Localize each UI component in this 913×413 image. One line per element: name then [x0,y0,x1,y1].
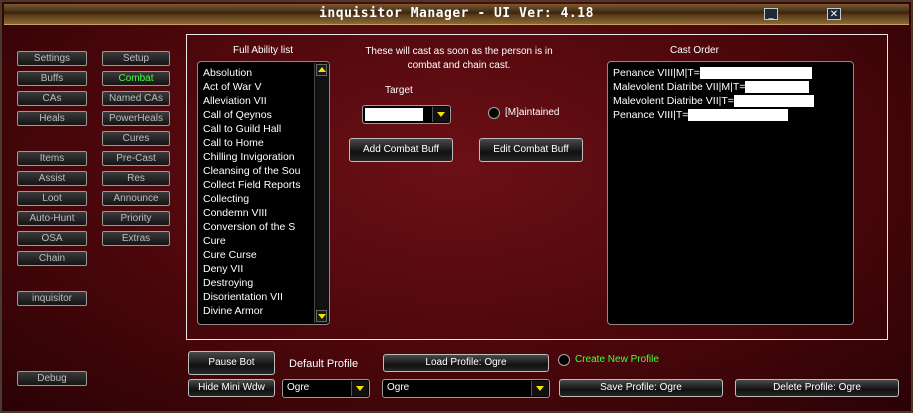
chevron-down-icon[interactable] [432,107,449,122]
nav-osa[interactable]: OSA [17,231,87,246]
chevron-down-icon[interactable] [351,381,368,396]
cast-order-items: Penance VIII|M|T= Malevolent Diatribe VI… [613,66,814,122]
nav-settings[interactable]: Settings [17,51,87,66]
list-item[interactable]: Act of War V [203,80,313,94]
pause-bot-button[interactable]: Pause Bot [188,351,275,375]
list-item[interactable]: Malevolent Diatribe VII|M|T= [613,80,814,94]
default-profile-dropdown[interactable]: Ogre [282,379,370,398]
nav-announce[interactable]: Announce [102,191,170,206]
nav-loot[interactable]: Loot [17,191,87,206]
list-item[interactable]: Call of Qeynos [203,108,313,122]
minimize-icon[interactable]: _ [764,8,778,20]
list-item[interactable]: Destroying [203,276,313,290]
nav-chain[interactable]: Chain [17,251,87,266]
nav-items[interactable]: Items [17,151,87,166]
list-item[interactable]: Penance VIII|T= [613,108,814,122]
nav-heals[interactable]: Heals [17,111,87,126]
maintained-radio[interactable] [488,107,500,119]
list-item[interactable]: Call to Guild Hall [203,122,313,136]
cast-order-list[interactable]: Penance VIII|M|T= Malevolent Diatribe VI… [607,61,854,325]
cast-item-text: Malevolent Diatribe VII|T= [613,95,734,107]
nav-buffs[interactable]: Buffs [17,71,87,86]
hide-mini-window-button[interactable]: Hide Mini Wdw [188,379,275,397]
list-item[interactable]: Penance VIII|M|T= [613,66,814,80]
debug-button[interactable]: Debug [17,371,87,386]
nav-combat[interactable]: Combat [102,71,170,86]
default-profile-label: Default Profile [289,358,359,370]
info-text: These will cast as soon as the person is… [359,45,559,73]
nav-auto-hunt[interactable]: Auto-Hunt [17,211,87,226]
title-bar[interactable]: inquisitor Manager - UI Ver: 4.18 _ ✕ [4,4,909,25]
edit-combat-buff-button[interactable]: Edit Combat Buff [479,138,583,162]
create-new-profile-radio[interactable] [558,354,570,366]
list-item[interactable]: Alleviation VII [203,94,313,108]
maintained-label: [M]aintained [505,107,560,118]
ability-list-label: Full Ability list [233,45,294,56]
profile-dropdown[interactable]: Ogre [382,379,550,398]
close-icon[interactable]: ✕ [827,8,841,20]
list-item[interactable]: Call to Home [203,136,313,150]
nav-res[interactable]: Res [102,171,170,186]
add-combat-buff-button[interactable]: Add Combat Buff [349,138,453,162]
create-new-profile-label: Create New Profile [575,354,659,365]
load-profile-button[interactable]: Load Profile: Ogre [383,354,549,372]
profile-value: Ogre [387,382,410,393]
list-item[interactable]: Conversion of the S [203,220,313,234]
redacted-text [733,95,814,108]
info-text-line1: These will cast as soon as the person is… [365,46,553,57]
list-item[interactable]: Chilling Invigoration [203,150,313,164]
nav-cures[interactable]: Cures [102,131,170,146]
list-item[interactable]: Collecting [203,192,313,206]
list-item[interactable]: Collect Field Reports [203,178,313,192]
list-item[interactable]: Cure Curse [203,248,313,262]
list-item[interactable]: Condemn VIII [203,206,313,220]
nav-pre-cast[interactable]: Pre-Cast [102,151,170,166]
scroll-down-icon[interactable] [316,310,327,322]
delete-profile-button[interactable]: Delete Profile: Ogre [735,379,899,397]
list-item[interactable]: Cure [203,234,313,248]
target-value [365,108,423,121]
combat-panel: Full Ability list Absolution Act of War … [186,34,888,340]
default-profile-value: Ogre [287,382,310,393]
nav-cas[interactable]: CAs [17,91,87,106]
list-item[interactable]: Deny VII [203,262,313,276]
nav-assist[interactable]: Assist [17,171,87,186]
list-item[interactable]: Malevolent Diatribe VII|T= [613,94,814,108]
list-item[interactable]: Cleansing of the Sou [203,164,313,178]
nav-extras[interactable]: Extras [102,231,170,246]
save-profile-button[interactable]: Save Profile: Ogre [559,379,723,397]
ability-list-items: Absolution Act of War V Alleviation VII … [203,66,313,318]
cast-order-label: Cast Order [670,45,719,56]
cast-item-text: Penance VIII|M|T= [613,67,700,79]
scroll-up-icon[interactable] [316,64,327,76]
list-item[interactable]: Absolution [203,66,313,80]
ability-list[interactable]: Absolution Act of War V Alleviation VII … [197,61,330,325]
nav-priority[interactable]: Priority [102,211,170,226]
list-item[interactable]: Disorientation VII [203,290,313,304]
chevron-down-icon[interactable] [531,381,548,396]
cast-item-text: Penance VIII|T= [613,109,689,121]
nav-named-cas[interactable]: Named CAs [102,91,170,106]
target-label: Target [385,85,413,96]
manager-window: inquisitor Manager - UI Ver: 4.18 _ ✕ Se… [0,0,913,413]
character-button[interactable]: inquisitor [17,291,87,306]
cast-item-text: Malevolent Diatribe VII|M|T= [613,81,746,93]
info-text-line2: combat and chain cast. [407,60,511,71]
list-item[interactable]: Divine Armor [203,304,313,318]
redacted-text [699,67,812,80]
nav-setup[interactable]: Setup [102,51,170,66]
redacted-text [688,109,789,122]
ability-list-scrollbar[interactable] [314,63,329,323]
redacted-text [745,81,810,94]
target-dropdown[interactable] [362,105,451,124]
nav-powerheals[interactable]: PowerHeals [102,111,170,126]
